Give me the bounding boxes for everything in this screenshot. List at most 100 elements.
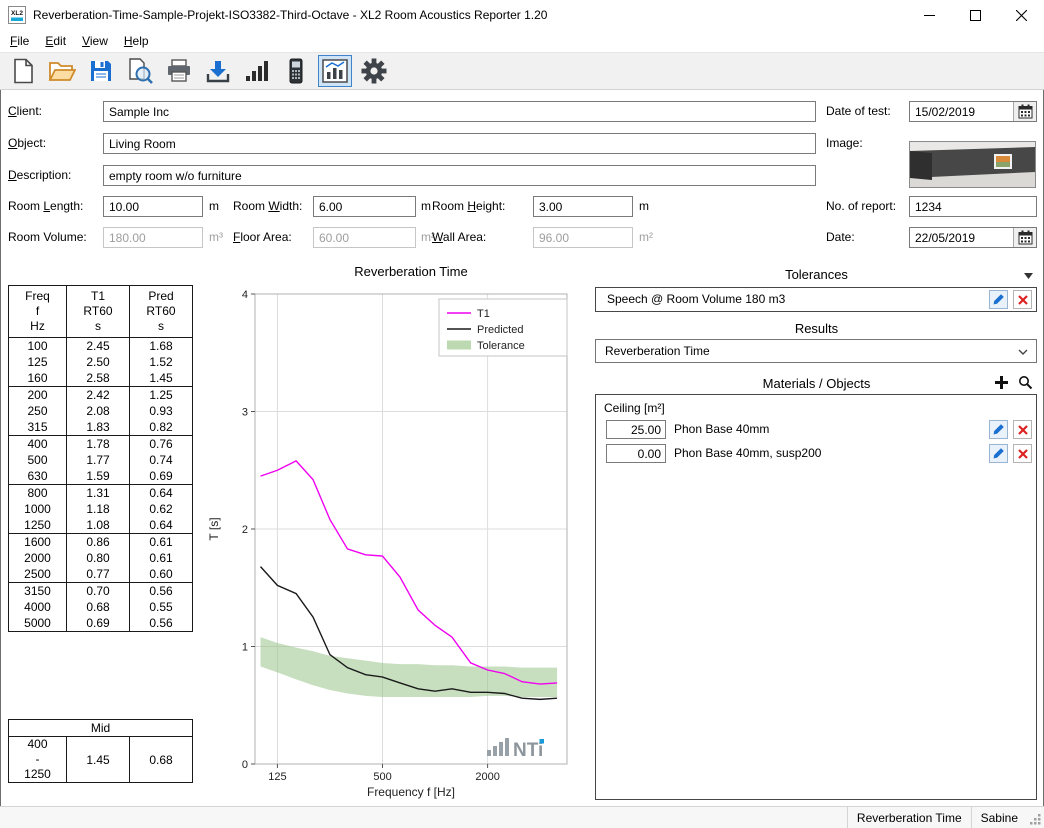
rt-table-row: 5001.770.74 <box>9 452 193 468</box>
rt-table-cell: 100 <box>9 338 67 355</box>
rt-table-cell: 0.82 <box>130 419 193 436</box>
material-edit-button[interactable] <box>989 444 1008 463</box>
rt-table-row: 40000.680.55 <box>9 599 193 615</box>
open-project-icon <box>48 59 76 83</box>
no-of-report-input[interactable] <box>909 196 1037 217</box>
calendar-icon <box>1018 230 1033 245</box>
rt-table-cell: 500 <box>9 452 67 468</box>
tolerances-title: Tolerances <box>595 267 1038 282</box>
date-calendar-button[interactable] <box>1013 228 1036 247</box>
mid-table-header: Mid <box>9 720 193 737</box>
save-button[interactable] <box>84 55 118 87</box>
add-material-button[interactable] <box>992 373 1011 392</box>
minimize-button[interactable] <box>906 0 952 30</box>
export-download-button[interactable] <box>201 55 235 87</box>
resize-grip[interactable] <box>1027 807 1044 828</box>
room-volume-input <box>103 227 203 248</box>
resize-grip-icon <box>1029 813 1042 826</box>
rt-table-row: 25000.770.60 <box>9 566 193 583</box>
maximize-button[interactable] <box>952 0 998 30</box>
triangle-down-icon <box>1024 273 1033 279</box>
material-delete-button[interactable] <box>1013 420 1032 439</box>
new-document-button[interactable] <box>6 55 40 87</box>
image-thumbnail[interactable] <box>909 141 1036 188</box>
room-length-input[interactable] <box>103 196 203 217</box>
print-preview-button[interactable] <box>123 55 157 87</box>
calendar-icon <box>1018 104 1033 119</box>
menu-file[interactable]: File <box>2 31 37 51</box>
room-height-input[interactable] <box>533 196 633 217</box>
menubar: File Edit View Help <box>0 30 1044 52</box>
tolerances-dropdown-button[interactable] <box>1019 266 1038 285</box>
svg-text:XL2: XL2 <box>11 10 23 17</box>
delete-x-icon <box>1017 294 1029 306</box>
xl2-device-button[interactable] <box>279 55 313 87</box>
wall-area-unit: m² <box>639 227 653 248</box>
menu-help[interactable]: Help <box>116 31 157 51</box>
level-bars-icon <box>245 59 269 83</box>
rt-table-cell: 1.31 <box>67 485 130 502</box>
mid-table-row: 400-1250 1.45 0.68 <box>9 737 193 783</box>
material-area-input[interactable] <box>606 420 666 439</box>
room-width-unit: m <box>421 196 431 217</box>
level-bars-button[interactable] <box>240 55 274 87</box>
search-material-button[interactable] <box>1016 373 1035 392</box>
rt-table-row: 2502.080.93 <box>9 403 193 419</box>
results-select[interactable]: Reverberation Time <box>595 339 1037 363</box>
svg-text:125: 125 <box>268 771 286 783</box>
mid-freq-cell: 400-1250 <box>9 737 67 783</box>
floor-area-input <box>313 227 416 248</box>
object-input[interactable] <box>103 133 816 154</box>
description-input[interactable] <box>103 165 816 186</box>
rt-table-cell: 0.56 <box>130 583 193 600</box>
statusbar-method: Sabine <box>971 807 1027 828</box>
material-area-input[interactable] <box>606 444 666 463</box>
room-width-label: Room Width: <box>233 196 302 217</box>
room-length-label: Room Length: <box>8 196 83 217</box>
client-label: Client: <box>8 101 42 122</box>
room-length-unit: m <box>209 196 219 217</box>
open-project-button[interactable] <box>45 55 79 87</box>
tolerance-delete-button[interactable] <box>1013 290 1032 309</box>
rt-table-row: 16000.860.61 <box>9 534 193 551</box>
rt60-table: FreqfHz T1RT60s PredRT60s 1002.451.68125… <box>8 285 193 632</box>
client-input[interactable] <box>103 101 816 122</box>
object-label: Object: <box>8 133 46 154</box>
pencil-icon <box>992 423 1005 436</box>
tolerance-item: Speech @ Room Volume 180 m3 <box>595 287 1037 312</box>
rt-table-cell: 0.80 <box>67 550 130 566</box>
statusbar: Reverberation Time Sabine <box>0 806 1044 828</box>
print-button[interactable] <box>162 55 196 87</box>
svg-text:T1: T1 <box>477 308 490 320</box>
rt-table-cell: 1.78 <box>67 436 130 453</box>
rt-table-cell: 0.70 <box>67 583 130 600</box>
no-of-report-label: No. of report: <box>826 196 896 217</box>
xl2-room-acoustics-reporter-window: XL2 Reverberation-Time-Sample-Projekt-IS… <box>0 0 1044 828</box>
rt-table-cell: 0.69 <box>67 615 130 632</box>
tolerance-edit-button[interactable] <box>989 290 1008 309</box>
date-of-test-label: Date of test: <box>826 101 891 122</box>
material-delete-button[interactable] <box>1013 444 1032 463</box>
material-edit-button[interactable] <box>989 420 1008 439</box>
rt-table-cell: 1.68 <box>130 338 193 355</box>
settings-button[interactable] <box>357 55 391 87</box>
new-document-icon <box>12 58 34 84</box>
close-button[interactable] <box>998 0 1044 30</box>
menu-view[interactable]: View <box>74 31 116 51</box>
rt-table-row: 1602.581.45 <box>9 370 193 387</box>
room-width-input[interactable] <box>313 196 416 217</box>
chevron-down-icon <box>1018 349 1028 355</box>
menu-edit[interactable]: Edit <box>37 31 74 51</box>
report-chart-button[interactable] <box>318 55 352 87</box>
date-of-test-calendar-button[interactable] <box>1013 102 1036 121</box>
rt-table-cell: 1600 <box>9 534 67 551</box>
svg-text:1: 1 <box>242 642 248 654</box>
image-label: Image: <box>826 133 863 154</box>
rt-table-cell: 0.69 <box>130 468 193 485</box>
rt-table-row: 4001.780.76 <box>9 436 193 453</box>
rt-table-cell: 1250 <box>9 517 67 534</box>
rt-table-cell: 2.08 <box>67 403 130 419</box>
room-volume-unit: m³ <box>209 227 223 248</box>
material-name: Phon Base 40mm, susp200 <box>674 442 821 465</box>
tolerance-item-label: Speech @ Room Volume 180 m3 <box>607 288 785 311</box>
